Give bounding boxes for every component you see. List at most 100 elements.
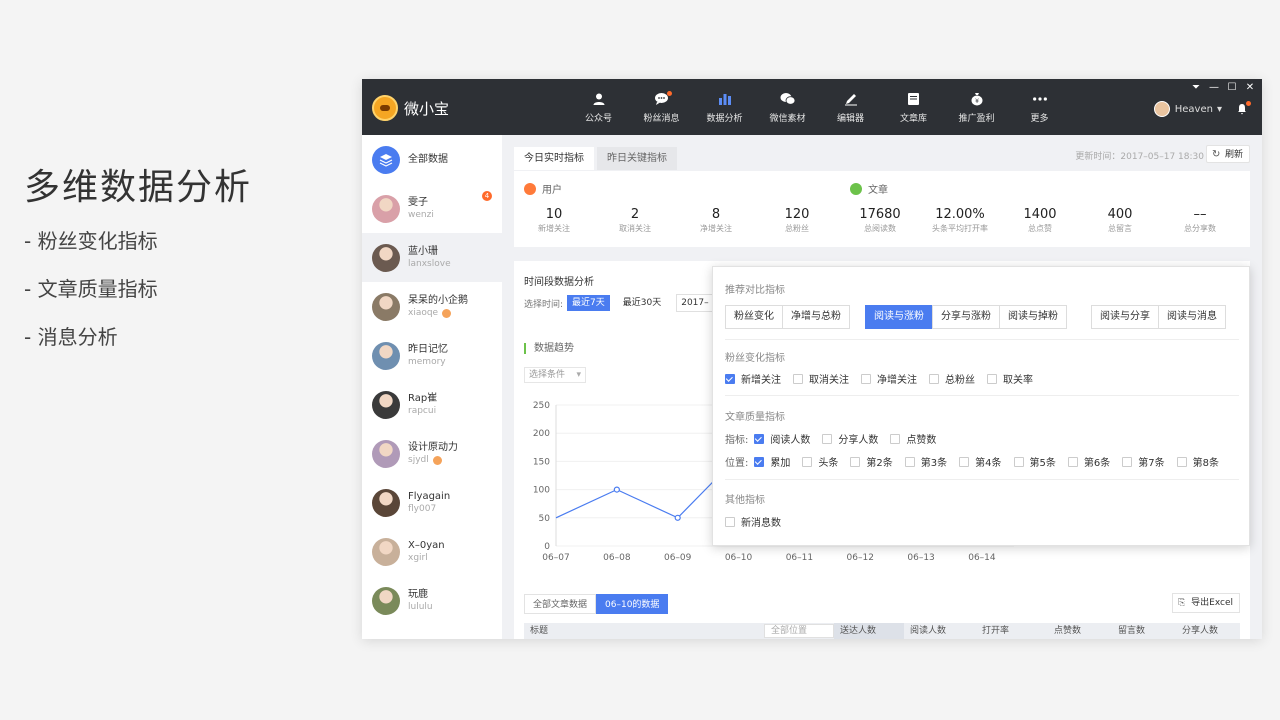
- checkbox[interactable]: [754, 433, 765, 444]
- sidebar-account-item[interactable]: Rap崔 rapcui: [362, 380, 502, 429]
- tab-yesterday-key[interactable]: 昨日关键指标: [597, 147, 677, 170]
- checkbox-option[interactable]: 第4条: [959, 454, 1002, 469]
- verified-check-icon: [432, 455, 442, 465]
- article-section-icon: [850, 182, 862, 195]
- checkbox-option[interactable]: 新消息数: [725, 514, 781, 529]
- checkbox-option[interactable]: 第7条: [1122, 454, 1165, 469]
- tab-date-data[interactable]: 06–10的数据: [596, 594, 669, 614]
- maximize-icon[interactable]: ☐: [1226, 82, 1238, 94]
- sidebar-account-item[interactable]: 昨日记忆 memory: [362, 331, 502, 380]
- checkbox[interactable]: [725, 373, 735, 384]
- checkbox[interactable]: [850, 456, 861, 467]
- nav-item-wechat[interactable]: 微信素材: [756, 79, 819, 135]
- checkbox[interactable]: [793, 373, 803, 384]
- account-id: wenzi: [408, 210, 434, 220]
- y-tick-label: 100: [533, 486, 550, 496]
- sidebar-account-item[interactable]: 设计原动力 sjydl: [362, 429, 502, 478]
- checkbox-option[interactable]: 分享人数: [822, 431, 878, 446]
- column-comments[interactable]: 留言数: [1112, 623, 1176, 639]
- nav-item-money-bag[interactable]: ¥ 推广盈利: [945, 79, 1008, 135]
- condition-select[interactable]: 选择条件: [524, 367, 586, 383]
- user-menu[interactable]: Heaven ▾: [1153, 101, 1251, 117]
- tab-all-articles[interactable]: 全部文章数据: [524, 594, 597, 614]
- checkbox-option[interactable]: 第8条: [1176, 454, 1219, 469]
- column-open-rate[interactable]: 打开率: [976, 623, 1048, 639]
- checkbox[interactable]: [987, 373, 997, 384]
- article-data-tabs: 全部文章数据 06–10的数据: [524, 594, 669, 614]
- user-name: Heaven: [1174, 103, 1213, 115]
- checkbox-option[interactable]: 点赞数: [890, 431, 936, 446]
- checkbox-option[interactable]: 新增关注: [725, 371, 781, 386]
- nav-item-chat-bubble[interactable]: 粉丝消息: [630, 79, 693, 135]
- checkbox[interactable]: [802, 456, 813, 467]
- section-title: 用户: [542, 185, 562, 196]
- nav-item-pencil[interactable]: 编辑器: [819, 79, 882, 135]
- minimize-icon[interactable]: —: [1208, 82, 1220, 94]
- sidebar-account-item[interactable]: 玩鹿 lululu: [362, 576, 502, 625]
- data-point[interactable]: [674, 514, 681, 521]
- sidebar-item-all-data[interactable]: 全部数据: [362, 135, 502, 184]
- checkbox-option[interactable]: 取关率: [987, 371, 1033, 386]
- checkbox-option[interactable]: 取消关注: [793, 371, 849, 386]
- account-id-row: wenzi: [408, 209, 434, 221]
- column-delivered[interactable]: 送达人数: [834, 623, 904, 639]
- column-readers[interactable]: 阅读人数: [904, 623, 976, 639]
- checkbox[interactable]: [904, 456, 915, 467]
- nav-item-user[interactable]: 公众号: [567, 79, 630, 135]
- checkbox-option[interactable]: 第2条: [850, 454, 893, 469]
- checkbox[interactable]: [822, 433, 833, 444]
- column-shares[interactable]: 分享人数: [1176, 623, 1236, 639]
- compare-read-loss-button[interactable]: 阅读与掉粉: [999, 305, 1067, 329]
- close-icon[interactable]: ✕: [1244, 82, 1256, 94]
- divider: [725, 395, 1239, 396]
- data-point[interactable]: [613, 486, 620, 493]
- checkbox[interactable]: [1176, 456, 1187, 467]
- checkbox[interactable]: [890, 433, 901, 444]
- compare-fans-change-button[interactable]: 粉丝变化: [725, 305, 783, 329]
- checkbox[interactable]: [1067, 456, 1078, 467]
- checkbox-option[interactable]: 第6条: [1067, 454, 1110, 469]
- checkbox[interactable]: [1122, 456, 1133, 467]
- position-filter-select[interactable]: 全部位置: [764, 624, 834, 638]
- checkbox-option[interactable]: 第3条: [904, 454, 947, 469]
- avatar: [372, 243, 400, 272]
- sidebar-account-item[interactable]: X–0yan xgirl: [362, 527, 502, 576]
- checkbox[interactable]: [959, 456, 970, 467]
- checkbox-option[interactable]: 累加: [754, 454, 790, 469]
- checkbox-option[interactable]: 头条: [802, 454, 838, 469]
- account-name: Flyagain: [408, 491, 451, 502]
- app-logo[interactable]: 微小宝: [372, 95, 449, 121]
- compare-read-message-button[interactable]: 阅读与消息: [1158, 305, 1226, 329]
- range-7days-button[interactable]: 最近7天: [567, 295, 610, 311]
- checkbox-option[interactable]: 阅读人数: [754, 431, 810, 446]
- slide-bullet: - 粉丝变化指标: [24, 229, 158, 253]
- slide-title: 多维数据分析: [24, 167, 253, 208]
- sidebar-account-item[interactable]: 雯子 wenzi 4: [362, 184, 502, 233]
- column-likes[interactable]: 点赞数: [1048, 623, 1112, 639]
- checkbox[interactable]: [861, 373, 871, 384]
- compare-share-growth-button[interactable]: 分享与涨粉: [932, 305, 1000, 329]
- sidebar-account-item[interactable]: 呆呆的小企鹅 xiaoqe: [362, 282, 502, 331]
- compare-read-share-button[interactable]: 阅读与分享: [1091, 305, 1159, 329]
- bell-icon[interactable]: [1236, 101, 1251, 115]
- nav-item-more-dots[interactable]: 更多: [1008, 79, 1071, 135]
- refresh-button[interactable]: 刷新: [1205, 145, 1250, 164]
- window-menu-icon[interactable]: ⏷: [1190, 82, 1202, 94]
- nav-item-book[interactable]: 文章库: [882, 79, 945, 135]
- checkbox-option[interactable]: 第5条: [1013, 454, 1056, 469]
- checkbox[interactable]: [725, 516, 735, 527]
- checkbox-option[interactable]: 总粉丝: [929, 371, 975, 386]
- tab-today-realtime[interactable]: 今日实时指标: [514, 147, 594, 170]
- range-30days-button[interactable]: 最近30天: [618, 295, 666, 311]
- checkbox[interactable]: [929, 373, 939, 384]
- stat-item: 8 净增关注: [676, 207, 756, 235]
- checkbox[interactable]: [1013, 456, 1024, 467]
- sidebar-account-item[interactable]: Flyagain fly007: [362, 478, 502, 527]
- compare-net-total-button[interactable]: 净增与总粉: [782, 305, 850, 329]
- nav-item-bar-chart[interactable]: 数据分析: [693, 79, 756, 135]
- checkbox-option[interactable]: 净增关注: [861, 371, 917, 386]
- compare-read-growth-button[interactable]: 阅读与涨粉: [865, 305, 933, 329]
- export-excel-button[interactable]: 导出Excel: [1172, 593, 1240, 613]
- sidebar-account-item[interactable]: 蓝小珊 lanxslove: [362, 233, 502, 282]
- checkbox[interactable]: [754, 456, 765, 467]
